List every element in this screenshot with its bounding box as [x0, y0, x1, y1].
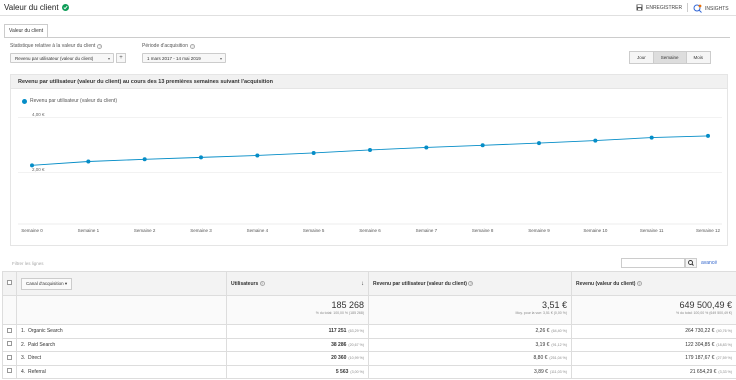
- filter-rows-placeholder[interactable]: Filtrer les lignes: [12, 261, 44, 266]
- data-point[interactable]: [424, 145, 429, 150]
- data-point[interactable]: [480, 143, 485, 148]
- x-tick-label: Semaine 12: [696, 228, 721, 233]
- total-users: 185 268% du total: 100,00 % (185 268): [226, 295, 369, 325]
- table-row: 4. Referral 5 563 (3,00 %) 3,89 € (111,03 …: [2, 364, 736, 379]
- channel-link[interactable]: Direct: [28, 355, 41, 361]
- y-tick-label: 4,00 €: [32, 112, 45, 117]
- x-tick-label: Semaine 0: [21, 228, 43, 233]
- data-point[interactable]: [368, 147, 372, 152]
- help-icon[interactable]: ?: [636, 280, 642, 286]
- col-header-rpu[interactable]: Revenu par utilisateur (valeur du client…: [368, 271, 572, 296]
- data-point[interactable]: [706, 133, 710, 138]
- x-tick-label: Semaine 7: [416, 228, 438, 233]
- line-chart: 4,00 € 2,00 € Semaine 0 Semaine 1 Semaine 2 S…: [18, 112, 722, 233]
- data-table: Canal d'acquisition ▾ Utilisateurs ? ↓ Re…: [2, 271, 736, 379]
- data-point[interactable]: [649, 135, 654, 140]
- data-point[interactable]: [142, 157, 147, 162]
- col-header-revenue[interactable]: Revenu (valeur du client) ?: [571, 271, 736, 296]
- help-icon[interactable]: ?: [259, 280, 265, 286]
- x-tick-label: Semaine 6: [359, 228, 381, 233]
- search-input[interactable]: [621, 258, 685, 268]
- channel-link[interactable]: Organic Search: [28, 328, 63, 334]
- table-row: 3. Direct 20 360 (10,99 %) 8,80 € (251,04 …: [2, 351, 736, 366]
- channel-link[interactable]: Referral: [28, 369, 46, 375]
- dimension-dropdown[interactable]: Canal d'acquisition ▾: [21, 277, 73, 290]
- select-all-checkbox[interactable]: [7, 280, 12, 285]
- x-tick-label: Semaine 5: [303, 228, 325, 233]
- search-button[interactable]: [685, 258, 697, 268]
- x-tick-label: Semaine 3: [190, 228, 212, 233]
- x-tick-label: Semaine 10: [583, 228, 608, 233]
- sort-desc-icon: ↓: [361, 280, 364, 287]
- x-tick-label: Semaine 9: [528, 228, 550, 233]
- row-checkbox[interactable]: [7, 368, 12, 374]
- totals-row: 185 268% du total: 100,00 % (185 268) 3,…: [2, 295, 736, 325]
- data-point[interactable]: [199, 155, 203, 160]
- help-icon[interactable]: ?: [468, 280, 474, 286]
- data-point[interactable]: [311, 150, 316, 155]
- col-header-channel: Canal d'acquisition ▾: [16, 271, 227, 296]
- x-tick-label: Semaine 4: [247, 228, 269, 233]
- x-tick-label: Semaine 8: [472, 228, 494, 233]
- col-header-users[interactable]: Utilisateurs ? ↓: [226, 271, 369, 296]
- x-tick-label: Semaine 1: [78, 228, 100, 233]
- total-revenue: 649 500,49 €% du total: 100,00 % (649 50…: [571, 295, 736, 325]
- x-tick-label: Semaine 2: [134, 228, 156, 233]
- search-icon: [688, 260, 694, 266]
- row-checkbox[interactable]: [7, 327, 12, 333]
- row-checkbox[interactable]: [7, 341, 12, 347]
- table-row: 1. Organic Search 117 251 (63,29 %) 2,26 …: [2, 324, 736, 339]
- data-point[interactable]: [30, 163, 34, 168]
- row-checkbox[interactable]: [7, 354, 12, 360]
- data-point[interactable]: [593, 138, 598, 143]
- total-rpu: 3,51 € Moy. pour la vue: 3,51 € (0,00 %): [368, 295, 572, 325]
- channel-link[interactable]: Paid Search: [28, 342, 55, 348]
- data-point[interactable]: [255, 153, 260, 158]
- data-point[interactable]: [86, 159, 91, 164]
- x-tick-label: Semaine 11: [640, 228, 664, 233]
- advanced-filter-link[interactable]: avancé: [701, 260, 717, 266]
- select-all-cell: [2, 271, 17, 296]
- y-tick-label: 2,00 €: [32, 167, 45, 172]
- table-row: 2. Paid Search 38 286 (20,67 %) 3,19 € (91…: [2, 337, 736, 352]
- data-point[interactable]: [537, 141, 541, 146]
